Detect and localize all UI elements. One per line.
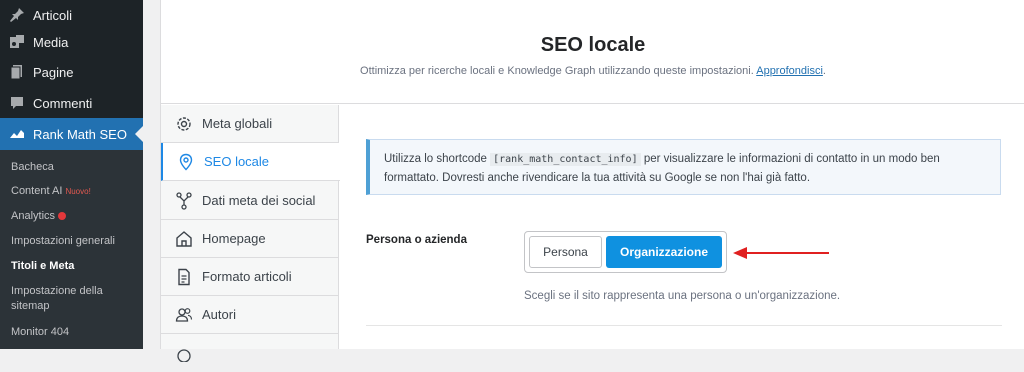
tab-homepage[interactable]: Homepage [161,220,339,258]
tab-label: Homepage [202,231,266,246]
submenu-label: Titoli e Meta [11,260,75,272]
document-icon [178,268,190,285]
tab-dati-meta-social[interactable]: Dati meta dei social [161,182,339,220]
shortcode-code: [rank_math_contact_info] [490,153,641,166]
submenu-content-ai[interactable]: Content AI Nuovo! [11,184,136,199]
home-icon [176,230,192,247]
tab-formato-articoli[interactable]: Formato articoli [161,258,339,296]
wp-menu-commenti[interactable]: Commenti [0,88,143,118]
submenu-label: Impostazione della sitemap [11,285,103,312]
tab-label: SEO locale [204,154,270,169]
submenu-sitemap[interactable]: Impostazione della sitemap [11,284,136,314]
field-label-persona-azienda: Persona o azienda [366,234,467,246]
media-icon [10,35,24,48]
new-badge: Nuovo! [65,187,91,196]
wp-menu-label: Rank Math SEO [33,126,127,142]
submenu-label: Analytics [11,210,56,222]
submenu-label: Monitor 404 [11,326,70,338]
red-arrow-annotation [733,247,829,259]
wp-menu-label: Media [33,34,69,50]
divider [366,325,1002,326]
shortcode-info-box: Utilizza lo shortcode [rank_math_contact… [366,139,1001,195]
wp-menu-label: Pagine [33,64,74,80]
page-description: Ottimizza per ricerche locali e Knowledg… [161,65,1024,77]
notification-dot-icon [58,212,67,221]
page-icon [10,65,22,80]
tab-label: Autori [202,307,236,322]
partial-icon [177,349,191,362]
learn-more-link[interactable]: Approfondisci [756,65,823,77]
settings-tabs: Meta globali SEO locale Dati meta dei so… [161,105,340,362]
tab-label: Formato articoli [202,269,292,284]
rank-math-submenu: Bacheca Content AI Nuovo! Analytics Impo… [0,150,143,349]
period: . [822,65,826,77]
pin-icon [10,8,24,22]
page-title: SEO locale [540,34,646,56]
tab-seo-locale[interactable]: SEO locale [161,143,340,181]
wp-menu-pagine[interactable]: Pagine [0,57,143,87]
description-text: Ottimizza per ricerche locali e Knowledg… [360,65,754,77]
submenu-label: Impostazioni generali [11,235,115,247]
tab-more[interactable] [161,334,339,372]
organizzazione-option-button[interactable]: Organizzazione [606,236,722,268]
submenu-impostazioni-generali[interactable]: Impostazioni generali [11,234,136,249]
submenu-label: Content AI [11,185,63,197]
wp-menu-label: Articoli [33,7,73,23]
submenu-titoli-e-meta[interactable]: Titoli e Meta [11,259,136,274]
wp-menu-media[interactable]: Media [0,27,143,57]
persona-azienda-toggle: Persona Organizzazione [524,231,727,273]
submenu-monitor-404[interactable]: Monitor 404 [11,325,136,340]
wp-admin-sidebar: Articoli Media Pagine Commenti Rank Math… [0,0,143,349]
tab-label: Dati meta dei social [202,193,316,208]
panel-header: SEO locale Ottimizza per ricerche locali… [161,0,1024,104]
wp-menu-articoli[interactable]: Articoli [0,0,143,30]
submenu-analytics[interactable]: Analytics [11,209,136,224]
wp-menu-label: Commenti [33,95,93,111]
wp-menu-rank-math[interactable]: Rank Math SEO [0,118,143,150]
tab-label: Meta globali [202,116,273,131]
users-icon [175,307,193,322]
rank-math-icon [10,130,24,138]
info-text-before: Utilizza lo shortcode [384,153,487,165]
persona-option-button[interactable]: Persona [529,236,602,268]
tab-meta-globali[interactable]: Meta globali [161,105,339,143]
location-pin-icon [179,153,193,170]
gear-icon [177,116,191,131]
submenu-bacheca[interactable]: Bacheca [11,160,136,175]
settings-panel: SEO locale Ottimizza per ricerche locali… [160,0,1024,362]
social-nodes-icon [176,191,192,210]
field-description: Scegli se il sito rappresenta una person… [524,290,841,302]
tab-autori[interactable]: Autori [161,296,339,334]
submenu-label: Bacheca [11,161,54,173]
comment-icon [11,97,23,109]
